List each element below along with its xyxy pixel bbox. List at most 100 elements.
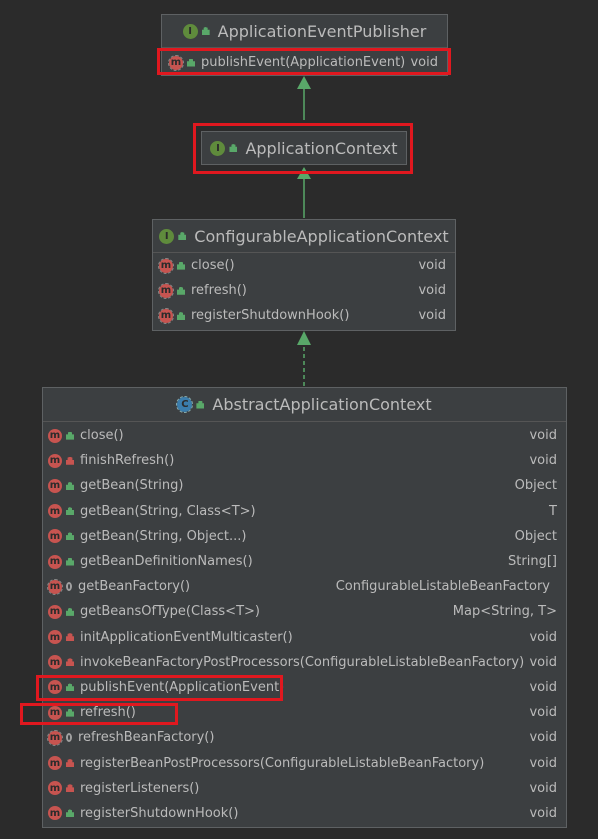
class-name: ApplicationContext	[245, 138, 398, 158]
method-icon: m	[48, 478, 62, 493]
method-row[interactable]: m refresh() void	[48, 700, 566, 725]
method-return-type: void	[418, 283, 446, 299]
public-icon	[66, 507, 74, 516]
method-list: m close() void m finishRefresh() void m getBean…	[43, 422, 566, 826]
class-name: ConfigurableApplicationContext	[194, 226, 449, 246]
method-return-type: void	[529, 780, 557, 796]
method-name: getBean(String)	[80, 478, 184, 494]
method-return-type: void	[529, 629, 557, 645]
method-row[interactable]: m invokeBeanFactoryPostProcessors(Configu…	[48, 650, 566, 675]
method-icon: m	[48, 453, 62, 468]
method-row[interactable]: m initApplicationEventMulticaster() void	[48, 625, 566, 650]
method-name: finishRefresh()	[80, 453, 175, 469]
extends-arrowhead-context	[297, 167, 311, 179]
method-name: getBeanDefinitionNames()	[80, 554, 253, 570]
class-header: I ApplicationContext	[202, 132, 406, 164]
method-row[interactable]: m registerShutdownHook() void	[48, 801, 566, 826]
method-name: getBean(String, Class<T>)	[80, 503, 256, 519]
method-name: refreshBeanFactory()	[78, 730, 215, 746]
method-icon: m	[48, 680, 62, 695]
method-return-type: String[]	[508, 554, 557, 570]
method-row[interactable]: m getBeanFactory() ConfigurableListableBea…	[47, 574, 566, 599]
interface-icon: I	[182, 23, 198, 39]
class-name: AbstractApplicationContext	[212, 395, 432, 414]
method-name: registerShutdownHook()	[191, 308, 350, 324]
interface-icon: I	[210, 140, 226, 156]
method-row[interactable]: m finishRefresh() void	[48, 448, 566, 473]
method-return-type: void	[529, 453, 557, 469]
class-box-configurable-application-context[interactable]: I ConfigurableApplicationContext m close…	[152, 219, 456, 331]
method-row[interactable]: m getBeansOfType(Class<T>) Map<String, T>	[48, 599, 566, 624]
method-icon: m	[48, 630, 62, 645]
public-icon	[196, 400, 205, 409]
method-name: close()	[191, 258, 235, 274]
public-icon	[66, 708, 74, 717]
private-icon	[66, 633, 74, 642]
method-return-type: void	[418, 308, 446, 324]
method-return-type: Map<String, T>	[452, 604, 557, 620]
method-name: registerShutdownHook()	[80, 805, 239, 821]
public-icon	[66, 532, 74, 541]
method-icon: m	[47, 729, 63, 746]
abstract-class-icon: C	[176, 396, 194, 413]
method-return-type: void	[529, 705, 557, 721]
public-icon	[177, 311, 185, 320]
method-name: registerListeners()	[80, 780, 200, 796]
method-return-type: Object	[514, 478, 557, 494]
method-name: publishEvent(ApplicationEvent)	[80, 679, 285, 695]
method-return-type: ConfigurableListableBeanFactory	[335, 579, 550, 595]
method-row[interactable]: m refreshBeanFactory() void	[47, 725, 566, 750]
class-header: I ApplicationEventPublisher	[162, 15, 447, 48]
method-row[interactable]: m registerBeanPostProcessors(Configurable…	[48, 750, 566, 775]
method-name: initApplicationEventMulticaster()	[80, 629, 293, 645]
method-return-type: void	[529, 805, 557, 821]
method-icon: m	[48, 781, 62, 796]
method-icon: m	[48, 705, 62, 720]
method-row[interactable]: m publishEvent(ApplicationEvent) void	[162, 48, 447, 77]
method-row[interactable]: m getBean(String, Object...) Object	[48, 524, 566, 549]
method-row[interactable]: m refresh() void	[158, 278, 455, 303]
method-name: getBeanFactory()	[78, 579, 191, 595]
method-return-type: Object	[514, 528, 557, 544]
method-row[interactable]: m close() void	[48, 423, 566, 448]
class-box-application-context[interactable]: I ApplicationContext	[201, 131, 407, 165]
method-icon: m	[48, 806, 62, 821]
class-name: ApplicationEventPublisher	[217, 21, 427, 41]
implements-arrowhead-configurable	[297, 331, 311, 345]
private-icon	[66, 456, 74, 465]
public-icon	[66, 557, 74, 566]
method-row[interactable]: m getBean(String, Class<T>) T	[48, 499, 566, 524]
method-icon: m	[48, 529, 62, 544]
method-icon: m	[158, 257, 174, 274]
class-box-application-event-publisher[interactable]: I ApplicationEventPublisher m publishEve…	[161, 14, 448, 76]
method-row[interactable]: m registerShutdownHook() void	[158, 303, 455, 328]
extends-arrowhead-publisher	[297, 76, 311, 89]
method-row[interactable]: m getBean(String) Object	[48, 473, 566, 498]
method-return-type: void	[418, 258, 446, 274]
method-icon: m	[158, 282, 174, 299]
method-icon: m	[48, 756, 62, 771]
private-icon	[66, 759, 74, 768]
public-icon	[177, 261, 185, 270]
method-icon: m	[168, 54, 184, 71]
class-header: I ConfigurableApplicationContext	[153, 220, 455, 253]
method-return-type: void	[410, 55, 438, 70]
public-icon	[178, 232, 187, 240]
method-name: invokeBeanFactoryPostProcessors(Configur…	[80, 654, 525, 670]
private-icon	[66, 784, 74, 793]
method-row[interactable]: m close() void	[158, 253, 455, 278]
method-name: getBeansOfType(Class<T>)	[80, 604, 260, 620]
method-icon: m	[48, 655, 62, 670]
class-box-abstract-application-context[interactable]: C AbstractApplicationContext m close() voi…	[42, 387, 567, 828]
method-name: close()	[80, 428, 124, 444]
protected-icon	[66, 582, 72, 592]
public-icon	[187, 58, 195, 67]
method-row[interactable]: m getBeanDefinitionNames() String[]	[48, 549, 566, 574]
method-return-type: void	[529, 428, 557, 444]
method-row[interactable]: m publishEvent(ApplicationEvent) void	[48, 675, 566, 700]
public-icon	[177, 286, 185, 295]
method-list: m close() void m refresh() void m regist…	[153, 253, 455, 329]
public-icon	[66, 481, 74, 490]
method-row[interactable]: m registerListeners() void	[48, 776, 566, 801]
method-name: getBean(String, Object...)	[80, 528, 247, 544]
